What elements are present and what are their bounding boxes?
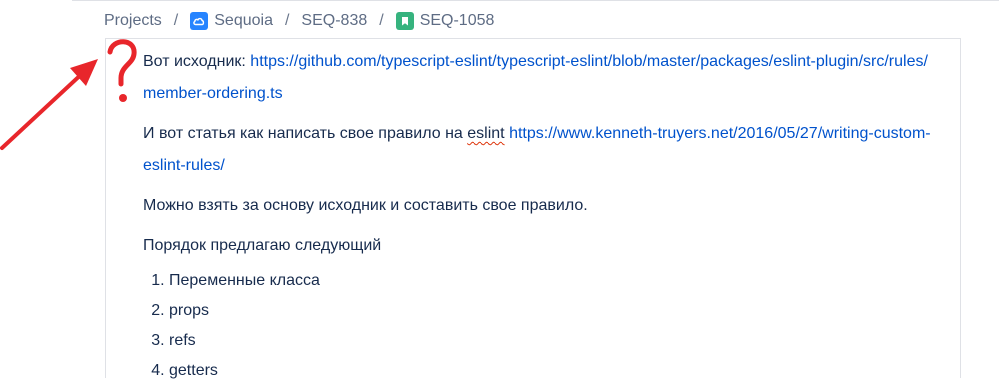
cloud-icon — [190, 12, 209, 30]
misspelled-word: eslint — [467, 125, 505, 142]
list-item: refs — [169, 330, 933, 352]
paragraph-order-intro: Порядок предлагаю следующий — [143, 237, 382, 254]
breadcrumb-projects[interactable]: Projects — [104, 12, 162, 30]
paragraph-suggestion: Можно взять за основу исходник и состави… — [143, 197, 588, 214]
ordered-list: Переменные класса props refs getters — [143, 270, 933, 382]
paragraph-text: И вот статья как написать свое правило н… — [143, 125, 468, 142]
paragraph-text: Вот исходник: — [143, 53, 251, 70]
breadcrumb-separator: / — [284, 12, 290, 29]
list-item: getters — [169, 360, 933, 382]
list-item: props — [169, 300, 933, 322]
top-divider — [72, 0, 999, 5]
paragraph-source: Вот исходник: https://github.com/typescr… — [143, 46, 933, 110]
list-item: Переменные класса — [169, 270, 933, 292]
breadcrumb-separator: / — [379, 12, 384, 29]
paragraph-article: И вот статья как написать свое правило н… — [143, 118, 933, 182]
breadcrumb-separator: / — [173, 12, 179, 29]
breadcrumb: Projects / Sequoia / SEQ-838 / SEQ-1058 — [104, 9, 494, 33]
breadcrumb-label: SEQ-838 — [301, 12, 368, 29]
breadcrumb-label: Sequoia — [214, 12, 273, 29]
description-content: Вот исходник: https://github.com/typescr… — [143, 46, 933, 390]
breadcrumb-project-sequoia[interactable]: Sequoia — [190, 12, 273, 30]
breadcrumb-label: Projects — [104, 12, 162, 29]
breadcrumb-parent-issue[interactable]: SEQ-838 — [301, 12, 367, 30]
bookmark-icon — [395, 12, 414, 30]
annotation-arrow-icon — [0, 39, 137, 150]
source-link[interactable]: https://github.com/typescript-eslint/typ… — [143, 53, 928, 102]
breadcrumb-current-issue[interactable]: SEQ-1058 — [395, 12, 495, 30]
breadcrumb-label: SEQ-1058 — [419, 12, 495, 29]
